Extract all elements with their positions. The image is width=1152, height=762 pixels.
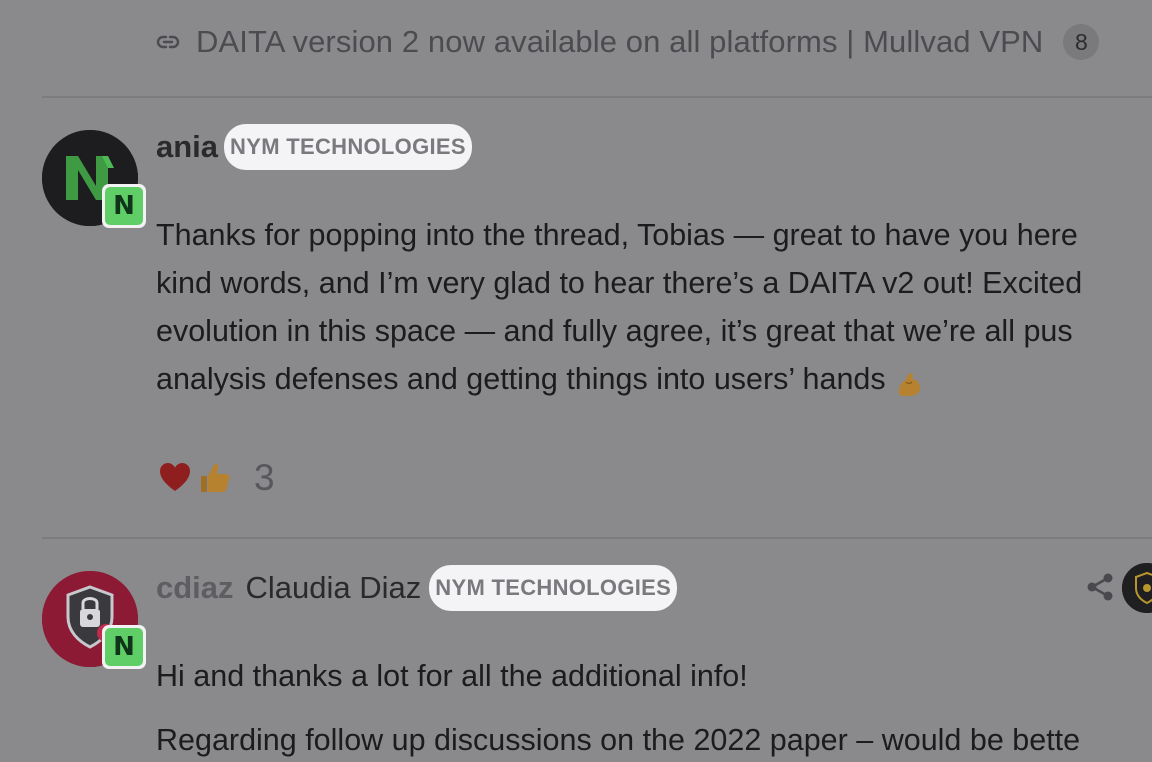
reactions-bar: 3 bbox=[156, 457, 275, 499]
share-icon[interactable] bbox=[1084, 571, 1116, 603]
post-body: Thanks for popping into the thread, Tobi… bbox=[156, 211, 1082, 403]
full-name: Claudia Diaz bbox=[245, 570, 422, 605]
post-paragraph-line: kind words, and I’m very glad to hear th… bbox=[156, 266, 1083, 300]
link-click-count: 8 bbox=[1063, 24, 1100, 60]
post-paragraph-line: Thanks for popping into the thread, Tobi… bbox=[156, 218, 1078, 252]
post-divider bbox=[42, 96, 1152, 98]
post-header: cdiaz Claudia Diaz NYM TECHNOLOGIES bbox=[156, 565, 678, 611]
post-ania: N ania NYM TECHNOLOGIES Thanks for poppi… bbox=[42, 124, 1152, 530]
avatar-flair-ania: N bbox=[102, 184, 146, 228]
post-divider bbox=[42, 537, 1152, 539]
flexed-biceps-emoji bbox=[894, 366, 924, 396]
flair-letter: N bbox=[105, 187, 143, 225]
post-body: Hi and thanks a lot for all the addition… bbox=[156, 652, 1080, 762]
topic-link-title[interactable]: DAITA version 2 now available on all pla… bbox=[196, 24, 1043, 60]
topic-link-row[interactable]: DAITA version 2 now available on all pla… bbox=[156, 18, 1100, 66]
post-paragraph-text: analysis defenses and getting things int… bbox=[156, 362, 886, 396]
post-paragraph-line: Hi and thanks a lot for all the addition… bbox=[156, 659, 748, 693]
topic-page: DAITA version 2 now available on all pla… bbox=[0, 0, 1152, 762]
group-badge[interactable]: NYM TECHNOLOGIES bbox=[429, 565, 678, 611]
flair-letter: N bbox=[105, 628, 143, 666]
username-cdiaz[interactable]: cdiaz bbox=[156, 570, 234, 606]
reply-to-avatar[interactable] bbox=[1122, 563, 1152, 613]
post-header: ania NYM TECHNOLOGIES bbox=[156, 124, 472, 170]
heart-emoji[interactable] bbox=[156, 459, 194, 497]
post-cdiaz: N cdiaz Claudia Diaz NYM TECHNOLOGIES Hi… bbox=[42, 563, 1152, 762]
post-paragraph-line: analysis defenses and getting things int… bbox=[156, 355, 1082, 403]
thumbs-up-emoji[interactable] bbox=[196, 459, 234, 497]
reaction-count[interactable]: 3 bbox=[254, 457, 275, 499]
shield-lock-icon bbox=[1122, 563, 1152, 613]
link-icon bbox=[156, 30, 180, 54]
group-badge[interactable]: NYM TECHNOLOGIES bbox=[224, 124, 472, 170]
post-paragraph-line: evolution in this space — and fully agre… bbox=[156, 314, 1073, 348]
post-paragraph-line: Regarding follow up discussions on the 2… bbox=[156, 723, 1081, 757]
avatar-flair-cdiaz: N bbox=[102, 625, 146, 669]
username-ania[interactable]: ania bbox=[156, 129, 218, 165]
